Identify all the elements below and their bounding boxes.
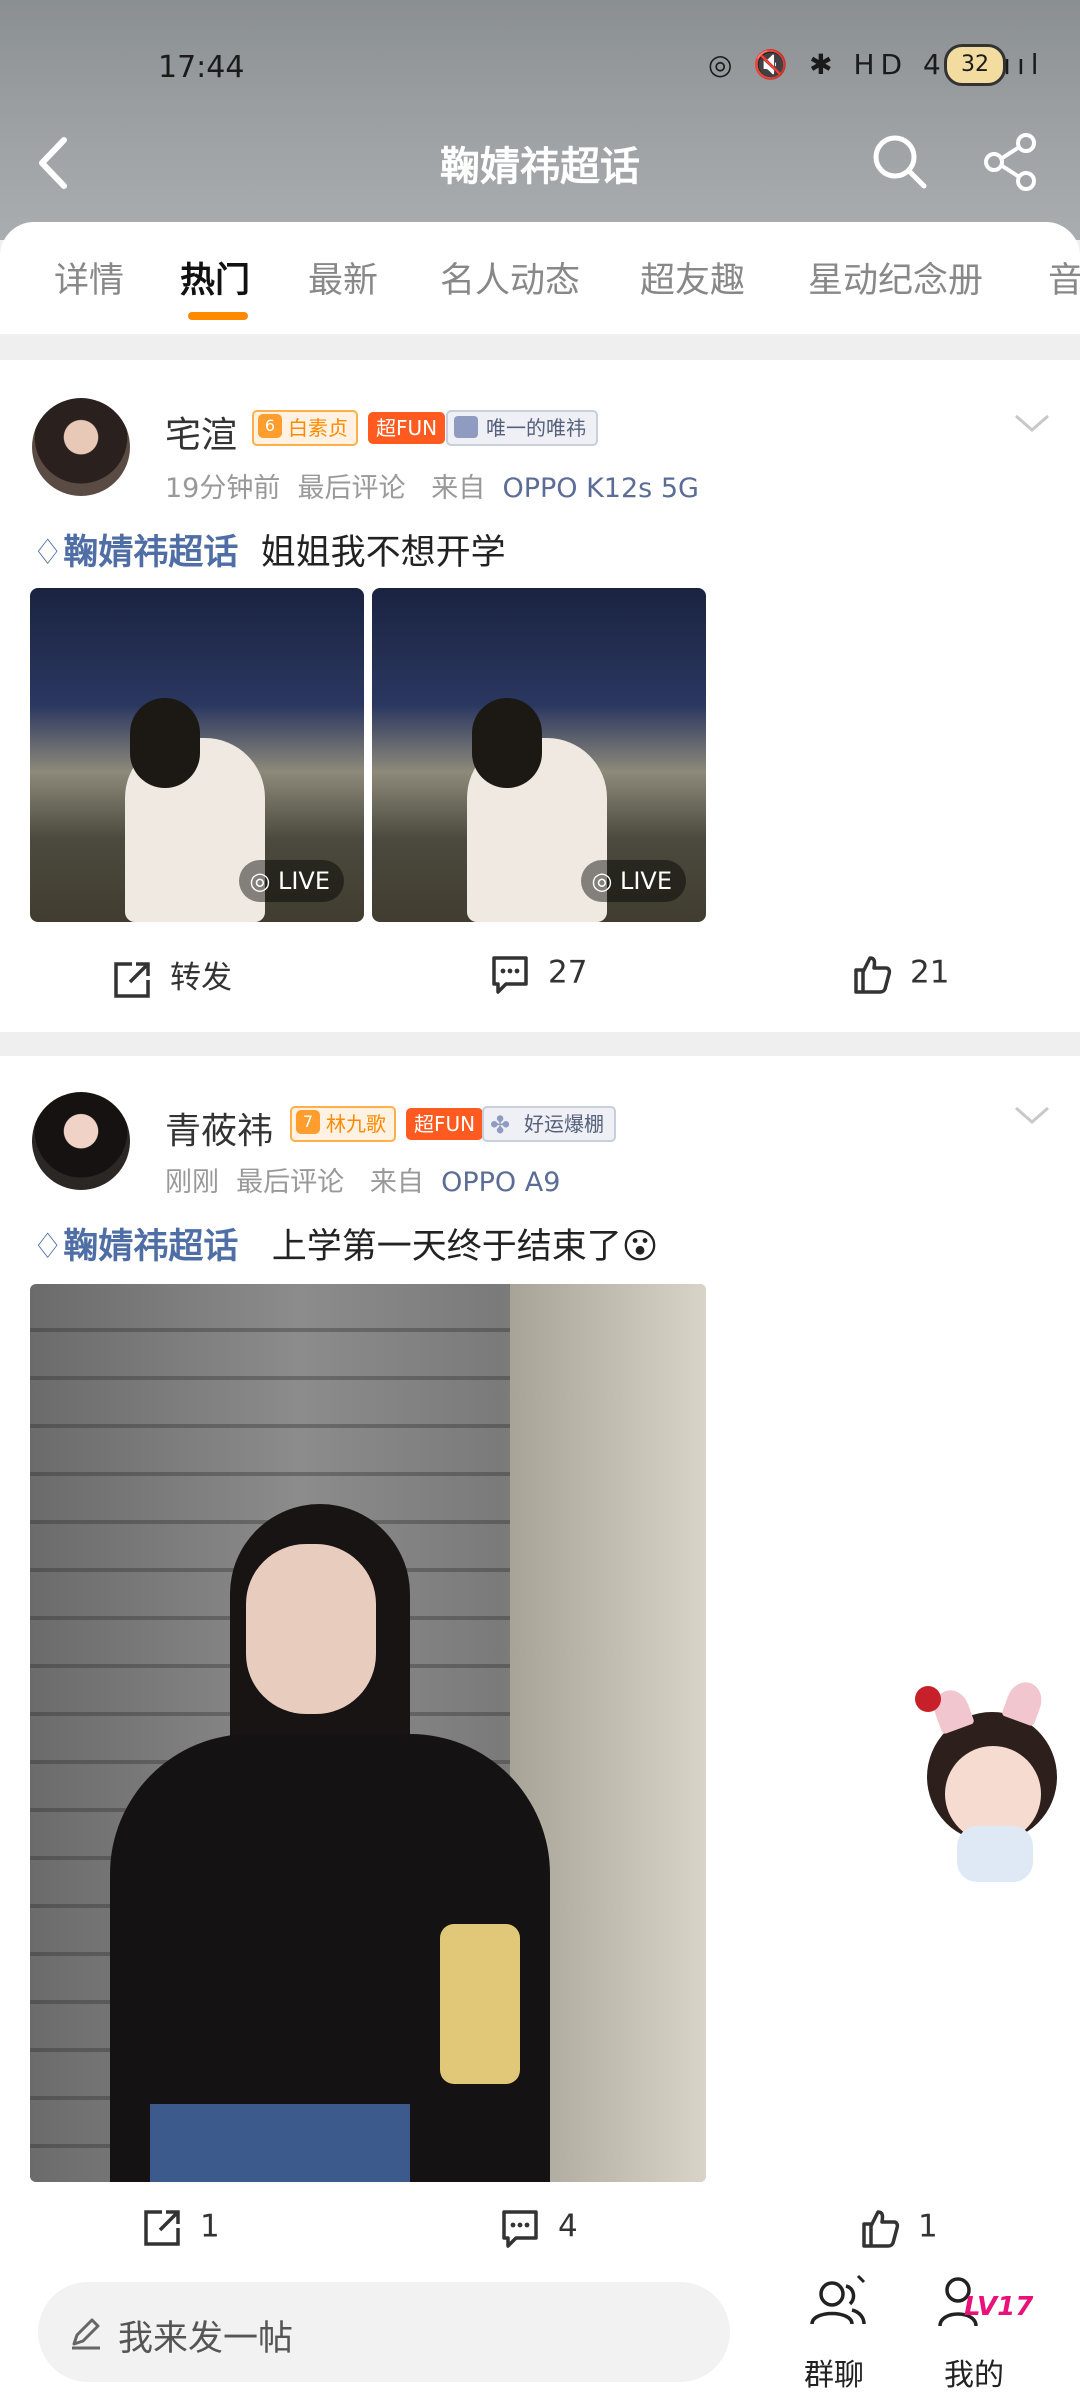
chevron-down-icon[interactable] <box>1012 1096 1052 1136</box>
post-card[interactable]: 宅渲 6 白素贞 超FUN 唯一的唯祎 19分钟前 最后评论 来自 OPPO K… <box>0 360 1080 1032</box>
level-diamond-icon: 7 <box>296 1110 320 1134</box>
custom-badge: 唯一的唯祎 <box>446 410 598 446</box>
username[interactable]: 宅渲 <box>165 406 237 458</box>
comment-button[interactable]: 4 <box>498 2206 578 2250</box>
topic-link[interactable]: ♢鞠婧祎超话 <box>32 533 238 573</box>
post-card[interactable]: 青莜祎 7 林九歌 超FUN ✤ 好运爆棚 刚刚 最后评论 来自 OPPO A9… <box>0 1056 1080 2262</box>
pencil-icon <box>72 2318 100 2350</box>
post-image[interactable]: ◎ LIVE <box>372 588 706 922</box>
thumbs-up-icon <box>854 956 892 994</box>
group-chat-button[interactable]: 群聊 <box>800 2274 880 2394</box>
top-header: 17:44 ◎ 🔇 ✱ HD 4G ıııl 32 鞠婧祎超话 <box>0 0 1080 240</box>
topic-diamond-icon: ♢ <box>32 533 64 573</box>
tab-celebrity[interactable]: 名人动态 <box>440 252 580 303</box>
level-badge: LV17 <box>964 2292 1034 2322</box>
post-meta: 19分钟前 最后评论 来自 OPPO K12s 5G <box>165 473 699 504</box>
tab-album[interactable]: 星动纪念册 <box>808 252 983 303</box>
post-image[interactable] <box>30 1284 706 2182</box>
comment-button[interactable]: 27 <box>488 952 587 996</box>
calendar-check-icon <box>454 416 478 438</box>
post-text: ♢鞠婧祎超话 上学第一天终于结束了😮 <box>32 1227 659 1267</box>
post-image[interactable]: ◎ LIVE <box>30 588 364 922</box>
share-icon[interactable] <box>978 130 1042 194</box>
comment-icon <box>492 956 528 994</box>
tab-hot[interactable]: 热门 <box>180 252 250 303</box>
like-button[interactable]: 1 <box>858 2206 938 2250</box>
tab-music[interactable]: 音 <box>1048 252 1080 303</box>
topic-link[interactable]: ♢鞠婧祎超话 <box>32 1227 238 1267</box>
avatar[interactable] <box>32 1092 130 1190</box>
live-icon: ◎ <box>249 867 271 895</box>
repost-icon <box>114 961 150 998</box>
status-time: 17:44 <box>158 50 245 85</box>
username[interactable]: 青莜祎 <box>165 1102 273 1154</box>
custom-badge: ✤ 好运爆棚 <box>482 1106 616 1142</box>
source-device: OPPO A9 <box>441 1167 561 1198</box>
repost-icon <box>144 2210 180 2246</box>
rank-badge: 6 白素贞 <box>252 410 358 446</box>
chevron-down-icon[interactable] <box>1012 404 1052 444</box>
level-diamond-icon: 6 <box>258 414 282 438</box>
me-button[interactable]: LV17 我的 <box>936 2274 1056 2394</box>
avatar[interactable] <box>32 398 130 496</box>
tab-fun[interactable]: 超友趣 <box>640 252 745 303</box>
fun-badge: 超FUN <box>368 412 446 444</box>
battery-icon: 32 <box>944 44 1006 86</box>
status-bar: 17:44 ◎ 🔇 ✱ HD 4G ıııl 32 <box>0 40 1080 100</box>
thumbs-up-icon <box>862 2210 900 2248</box>
clover-icon: ✤ <box>490 1111 511 1139</box>
tab-latest[interactable]: 最新 <box>308 252 378 303</box>
source-device: OPPO K12s 5G <box>502 473 699 504</box>
repost-button[interactable]: 1 <box>140 2206 220 2250</box>
search-icon[interactable] <box>868 130 932 194</box>
post-meta: 刚刚 最后评论 来自 OPPO A9 <box>165 1167 561 1198</box>
rank-badge: 7 林九歌 <box>290 1106 396 1142</box>
post-text: ♢鞠婧祎超话 姐姐我不想开学 <box>32 533 506 573</box>
compose-input[interactable]: 我来发一帖 <box>38 2282 730 2382</box>
comment-icon <box>502 2210 538 2248</box>
tab-details[interactable]: 详情 <box>54 252 124 303</box>
tab-bar: 详情 热门 最新 名人动态 超友趣 星动纪念册 音 <box>0 222 1080 334</box>
topic-diamond-icon: ♢ <box>32 1227 64 1267</box>
repost-button[interactable]: 转发 <box>110 952 232 1002</box>
live-badge: ◎ LIVE <box>581 860 686 902</box>
group-chat-icon <box>810 2274 866 2325</box>
bottom-bar: 我来发一帖 群聊 LV17 我的 <box>0 2262 1080 2400</box>
floating-mascot[interactable] <box>905 1676 1080 1896</box>
live-badge: ◎ LIVE <box>239 860 344 902</box>
active-tab-indicator <box>188 312 248 320</box>
fun-badge: 超FUN <box>406 1108 484 1140</box>
like-button[interactable]: 21 <box>850 952 949 996</box>
live-icon: ◎ <box>591 867 613 895</box>
